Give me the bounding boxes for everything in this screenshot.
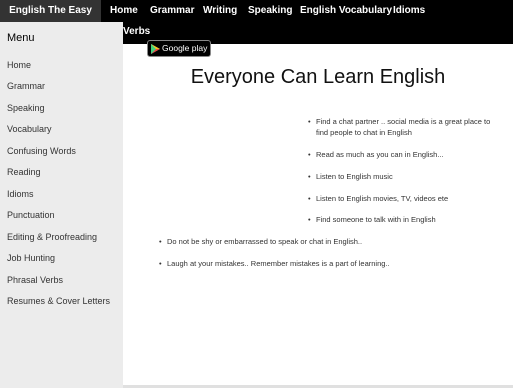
bullet-icon: •: [308, 150, 311, 159]
nav-grammar[interactable]: Grammar: [150, 0, 194, 22]
sidebar-item-reading[interactable]: Reading: [7, 167, 41, 177]
bullet-icon: •: [159, 259, 162, 268]
sidebar-item-editing-proofreading[interactable]: Editing & Proofreading: [7, 232, 97, 242]
bullet-icon: •: [308, 194, 311, 203]
bullet-icon: •: [308, 172, 311, 181]
bullet-icon: •: [308, 117, 311, 126]
list-item: • Listen to English music: [308, 171, 496, 182]
google-play-badge[interactable]: Google play: [147, 40, 211, 57]
tip-text: Read as much as you can in English...: [316, 150, 444, 159]
brand-link[interactable]: English The Easy Way: [0, 0, 101, 38]
sidebar-item-idioms[interactable]: Idioms: [7, 189, 34, 199]
google-play-label: Google play: [162, 43, 208, 53]
play-triangle-icon: [151, 44, 160, 54]
nav-verbs[interactable]: Verbs: [123, 21, 150, 43]
tip-text: Find someone to talk with in English: [316, 215, 436, 224]
tip-text: Laugh at your mistakes.. Remember mistak…: [167, 259, 390, 268]
tip-text: Listen to English music: [316, 172, 393, 181]
nav-idioms[interactable]: Idioms: [393, 0, 425, 22]
nav-speaking[interactable]: Speaking: [248, 0, 292, 22]
sidebar-item-punctuation[interactable]: Punctuation: [7, 210, 55, 220]
sidebar-item-phrasal-verbs[interactable]: Phrasal Verbs: [7, 275, 63, 285]
list-item: • Listen to English movies, TV, videos e…: [308, 193, 496, 204]
tip-text: Find a chat partner .. social media is a…: [316, 117, 491, 137]
list-item: • Laugh at your mistakes.. Remember mist…: [159, 258, 487, 269]
nav-english-vocabulary[interactable]: English Vocabulary: [300, 0, 392, 22]
list-item: • Find a chat partner .. social media is…: [308, 116, 496, 138]
bullet-icon: •: [159, 237, 162, 246]
sidebar-item-speaking[interactable]: Speaking: [7, 103, 45, 113]
sidebar-menu: Menu Home Grammar Speaking Vocabulary Co…: [0, 22, 123, 388]
bullet-icon: •: [308, 215, 311, 224]
sidebar-item-vocabulary[interactable]: Vocabulary: [7, 124, 52, 134]
list-item: • Read as much as you can in English...: [308, 149, 496, 160]
sidebar-item-job-hunting[interactable]: Job Hunting: [7, 253, 55, 263]
page-title: Everyone Can Learn English: [190, 66, 446, 88]
sidebar-item-confusing-words[interactable]: Confusing Words: [7, 146, 76, 156]
tip-text: Listen to English movies, TV, videos ete: [316, 194, 449, 203]
sidebar-item-home[interactable]: Home: [7, 60, 31, 70]
tip-text: Do not be shy or embarrassed to speak or…: [167, 237, 363, 246]
menu-title: Menu: [7, 32, 35, 44]
list-item: • Do not be shy or embarrassed to speak …: [159, 236, 487, 247]
nav-writing[interactable]: Writing: [203, 0, 237, 22]
nav-home[interactable]: Home: [110, 0, 138, 22]
sidebar-item-grammar[interactable]: Grammar: [7, 81, 45, 91]
sidebar-item-resumes-cover-letters[interactable]: Resumes & Cover Letters: [7, 296, 110, 306]
list-item: • Find someone to talk with in English: [308, 214, 496, 225]
